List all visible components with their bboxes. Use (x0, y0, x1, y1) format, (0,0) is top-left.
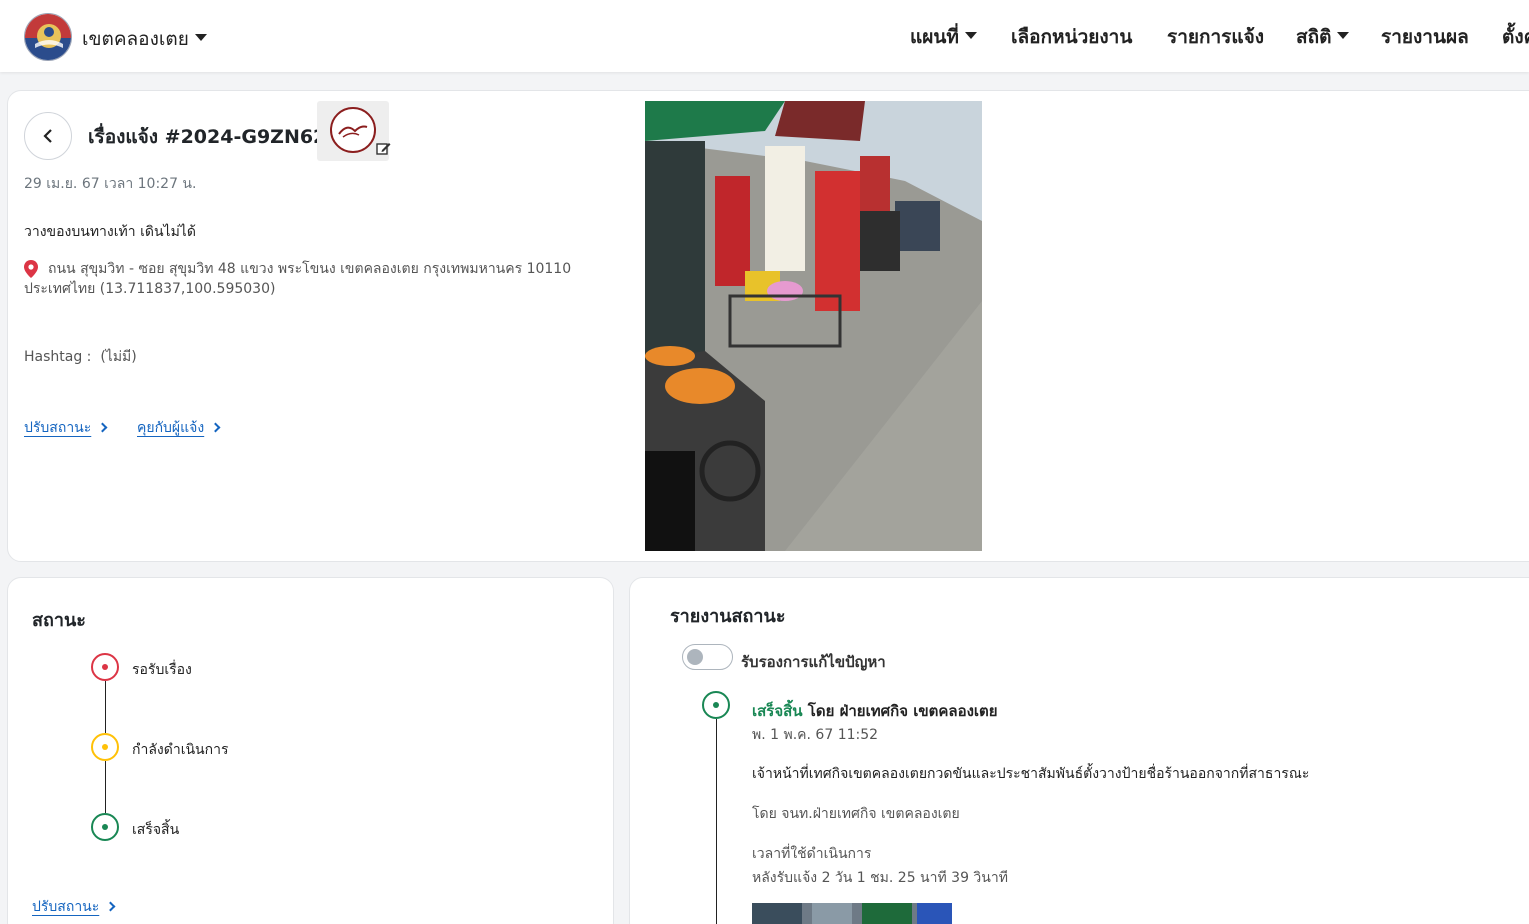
nav-results-label: รายงานผล (1381, 26, 1469, 48)
report-photo-thumbnail[interactable] (752, 903, 952, 924)
report-entry-by: โดย ฝ่ายเทศกิจ เขตคลองเตย (807, 702, 998, 720)
status-update-label: ปรับสถานะ (32, 899, 100, 915)
update-status-label: ปรับสถานะ (24, 420, 92, 436)
nav-reports-list[interactable]: รายการแจ้ง (1167, 22, 1264, 52)
status-dot-done (91, 813, 119, 841)
report-duration-value: หลังรับแจ้ง 2 วัน 1 ชม. 25 นาที 39 วินาท… (752, 870, 1008, 886)
nav-statistics-label: สถิติ (1296, 26, 1332, 48)
status-step-pending: รอรับเรื่อง (132, 662, 192, 678)
chevron-down-icon (964, 32, 977, 39)
status-connector (105, 681, 106, 733)
nav-results[interactable]: รายงานผล (1381, 22, 1469, 52)
nav-select-agency-label: เลือกหน่วยงาน (1011, 26, 1133, 48)
report-entry-officer: โดย จนท.ฝ่ายเทศกิจ เขตคลองเตย (752, 806, 960, 822)
hashtag-row: Hashtag : (ไม่มี) (24, 346, 137, 368)
certify-resolution-toggle[interactable] (682, 644, 733, 670)
hashtag-label: Hashtag : (24, 349, 92, 365)
status-dot-pending (91, 653, 119, 681)
agency-logo[interactable] (317, 101, 391, 161)
status-connector (105, 761, 106, 813)
district-switcher[interactable]: เขตคลองเตย (82, 24, 207, 54)
nav-settings[interactable]: ตั้งค่า (1502, 22, 1529, 52)
chevron-left-icon (43, 129, 52, 143)
ticket-address: ถนน สุขุมวิท - ซอย สุขุมวิท 48 แขวง พระโ… (24, 261, 572, 297)
district-name: เขตคลองเตย (82, 28, 189, 50)
report-entry-datetime: พ. 1 พ.ค. 67 11:52 (752, 727, 879, 743)
status-step-in-progress: กำลังดำเนินการ (132, 742, 229, 758)
report-timeline-line (716, 719, 717, 924)
nav-settings-label: ตั้งค่า (1502, 26, 1529, 48)
chevron-right-icon (210, 422, 221, 433)
nav-map-label: แผนที่ (910, 26, 959, 48)
status-dot-in-progress (91, 733, 119, 761)
report-entry-message: เจ้าหน้าที่เทศกิจเขตคลองเตยกวดขันและประช… (752, 766, 1310, 782)
report-duration-label: เวลาที่ใช้ดำเนินการ (752, 846, 872, 862)
status-step-done: เสร็จสิ้น (132, 822, 180, 838)
district-logo[interactable] (24, 13, 72, 61)
report-title: รายงานสถานะ (670, 606, 786, 627)
nav-reports-list-label: รายการแจ้ง (1167, 26, 1265, 48)
status-title: สถานะ (32, 610, 86, 631)
chevron-down-icon (194, 34, 207, 41)
ticket-datetime: 29 เม.ย. 67 เวลา 10:27 น. (24, 176, 197, 192)
ticket-photo[interactable] (645, 101, 982, 551)
certify-resolution-label: รับรองการแก้ไขปัญหา (741, 653, 886, 671)
chat-reporter-label: คุยกับผู้แจ้ง (137, 420, 205, 436)
report-dot-done (702, 691, 730, 719)
status-update-link[interactable]: ปรับสถานะ (32, 896, 116, 918)
report-entry-header: เสร็จสิ้น โดย ฝ่ายเทศกิจ เขตคลองเตย (752, 699, 998, 723)
chat-reporter-link[interactable]: คุยกับผู้แจ้ง (137, 417, 221, 439)
nav-select-agency[interactable]: เลือกหน่วยงาน (1011, 22, 1132, 52)
ticket-title: เรื่องแจ้ง #2024-G9ZN62 (88, 126, 327, 148)
chevron-right-icon (97, 422, 108, 433)
update-status-link[interactable]: ปรับสถานะ (24, 417, 108, 439)
chevron-down-icon (1337, 32, 1350, 39)
ticket-description: วางของบนทางเท้า เดินไม่ได้ (24, 224, 196, 240)
nav-statistics[interactable]: สถิติ (1296, 22, 1350, 52)
report-entry-status: เสร็จสิ้น (752, 702, 803, 720)
nav-map[interactable]: แผนที่ (910, 22, 977, 52)
hashtag-value: (ไม่มี) (100, 349, 137, 365)
chevron-right-icon (105, 901, 116, 912)
edit-icon[interactable] (376, 141, 391, 156)
back-button[interactable] (24, 112, 72, 160)
top-navbar: เขตคลองเตย แผนที่ เลือกหน่วยงาน รายการแจ… (0, 0, 1529, 72)
